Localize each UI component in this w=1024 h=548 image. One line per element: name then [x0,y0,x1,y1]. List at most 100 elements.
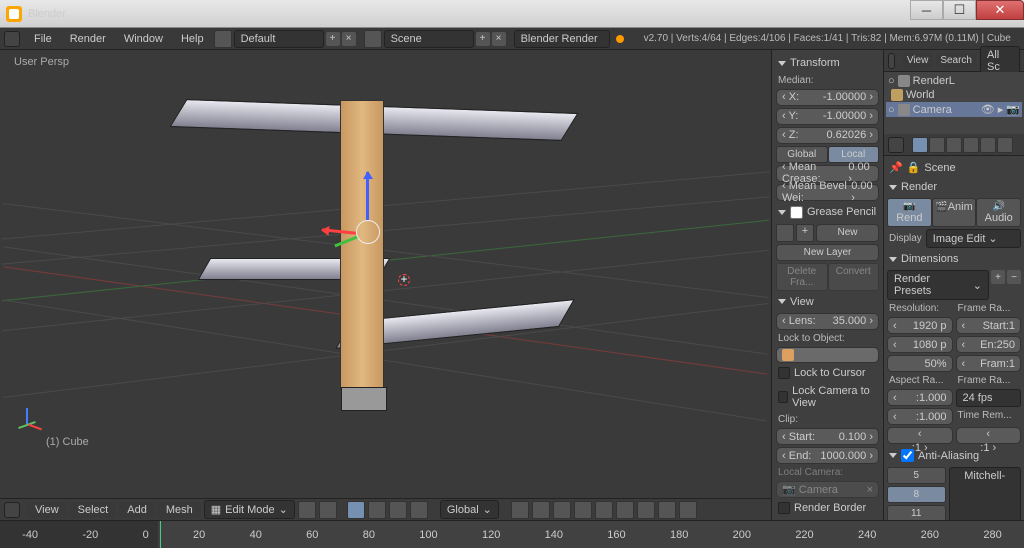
tree-item-world[interactable]: World [886,88,1022,102]
3d-menu-mesh[interactable]: Mesh [158,502,201,518]
context-world-icon[interactable] [963,137,979,153]
timeremap-old-field[interactable]: ‹:1 › [887,427,953,444]
display-select[interactable]: Image Edit⌄ [926,229,1021,248]
maximize-button[interactable]: ☐ [943,0,976,20]
median-x-field[interactable]: ‹ X:-1.00000 › [776,89,879,106]
anim-button[interactable]: 🎬Anim [932,198,977,227]
context-layers-icon[interactable] [929,137,945,153]
res-y-field[interactable]: ‹1080 p [887,336,953,353]
lock-cursor-check[interactable] [778,367,790,379]
snap-target-icon[interactable] [595,501,613,519]
median-y-field[interactable]: ‹ Y:-1.00000 › [776,108,879,125]
lens-field[interactable]: ‹ Lens:35.000 › [776,313,879,330]
screen-layout-icon[interactable] [214,30,232,48]
gp-new-layer-button[interactable]: New Layer [776,244,879,261]
res-x-field[interactable]: ‹1920 p [887,317,953,334]
fps-select[interactable]: 24 fps [956,389,1022,407]
paste-icon[interactable] [679,501,697,519]
layers-icon[interactable] [532,501,550,519]
aa-8[interactable]: 8 [887,486,946,503]
properties-editor-icon[interactable] [888,137,904,153]
timeremap-new-field[interactable]: ‹:1 › [956,427,1022,444]
gp-new-button[interactable]: New [816,224,879,242]
menu-file[interactable]: File [26,31,60,47]
edge-select-icon[interactable] [368,501,386,519]
transform-gizmo[interactable] [356,220,386,250]
pivot-icon[interactable] [319,501,337,519]
screen-layout-select[interactable]: Default [234,30,324,48]
minimize-button[interactable]: ─ [910,0,943,20]
menu-window[interactable]: Window [116,31,171,47]
gp-checkbox[interactable] [790,206,803,219]
gizmo-center[interactable] [356,220,380,244]
timeline-ruler[interactable]: -40-200204060801001201401601802002202402… [0,520,1024,548]
tree-item-renderlayers[interactable]: ○RenderL [886,74,1022,88]
space-local-toggle[interactable]: Local [828,146,880,163]
outliner-editor-icon[interactable] [888,53,895,69]
render-border-check[interactable] [778,502,790,514]
audio-button[interactable]: 🔊Audio [976,198,1021,227]
space-global-toggle[interactable]: Global [776,146,828,163]
aspect-x-field[interactable]: ‹:1.000 [887,389,953,406]
3d-menu-select[interactable]: Select [70,502,117,518]
manipulator-toggle-icon[interactable] [511,501,529,519]
lock-camera-check[interactable] [778,391,788,403]
3d-menu-view[interactable]: View [27,502,67,518]
view-panel-header[interactable]: View [776,293,879,311]
vertex-select-icon[interactable] [347,501,365,519]
add-layout-button[interactable]: + [326,32,340,46]
outliner-view[interactable]: View [903,53,933,68]
face-select-icon[interactable] [389,501,407,519]
scene-select[interactable]: Scene [384,30,474,48]
aa-filter-select[interactable]: Mitchell- [949,467,1022,520]
outliner-tree[interactable]: ○RenderL World ○Camera👁 ▸ 📷 [884,72,1024,134]
add-scene-button[interactable]: + [476,32,490,46]
outliner-filter[interactable]: All Sc [980,46,1020,76]
render-button[interactable]: 📷Rend [887,198,932,227]
orientation-select[interactable]: Global⌄ [440,500,499,519]
res-pct-field[interactable]: 50% [887,355,953,372]
frame-end-field[interactable]: ‹En:250 [956,336,1022,353]
scene-name[interactable]: Scene [924,162,955,174]
close-button[interactable]: ✕ [976,0,1024,20]
outliner-search[interactable]: Search [936,53,976,68]
limit-selection-icon[interactable] [410,501,428,519]
tree-item-camera[interactable]: ○Camera👁 ▸ 📷 [886,102,1022,117]
aa-panel-header[interactable]: Anti-Aliasing [887,446,1021,465]
render-panel-header[interactable]: Render [887,178,1021,196]
lock-object-field[interactable] [776,347,879,364]
context-constraints-icon[interactable] [997,137,1013,153]
frame-start-field[interactable]: ‹Start:1 [956,317,1022,334]
engine-select[interactable]: Blender Render [514,30,610,48]
prop-edit-icon[interactable] [616,501,634,519]
transform-panel-header[interactable]: Transform [776,54,879,72]
frame-step-field[interactable]: ‹Fram:1 [956,355,1022,372]
copy-icon[interactable] [658,501,676,519]
del-scene-button[interactable]: × [492,32,506,46]
render-presets-select[interactable]: Render Presets⌄ [887,270,989,300]
editor-type-3dview-icon[interactable] [4,502,20,518]
context-object-icon[interactable] [980,137,996,153]
gp-add-icon[interactable]: + [796,224,814,242]
editor-type-icon[interactable] [4,31,20,47]
3d-viewport[interactable]: User Persp [0,50,771,520]
del-layout-button[interactable]: × [342,32,356,46]
menu-help[interactable]: Help [173,31,212,47]
context-render-icon[interactable] [912,137,928,153]
aa-checkbox[interactable] [901,449,914,462]
render-preview-icon[interactable] [637,501,655,519]
gizmo-z-axis[interactable] [366,172,369,220]
scene-icon[interactable] [364,30,382,48]
median-z-field[interactable]: ‹ Z:0.62026 › [776,127,879,144]
dimensions-panel-header[interactable]: Dimensions [887,250,1021,268]
layers2-icon[interactable] [553,501,571,519]
timeline-cursor[interactable] [160,521,161,548]
del-preset-button[interactable]: − [1007,270,1021,284]
gp-draw-icon[interactable] [776,224,794,242]
menu-render[interactable]: Render [62,31,114,47]
add-preset-button[interactable]: + [991,270,1005,284]
aa-5[interactable]: 5 [887,467,946,484]
mean-bevel-field[interactable]: ‹ Mean Bevel Wei:0.00 › [776,184,879,201]
shading-mode-icon[interactable] [298,501,316,519]
gp-panel-header[interactable]: Grease Pencil [776,203,879,222]
